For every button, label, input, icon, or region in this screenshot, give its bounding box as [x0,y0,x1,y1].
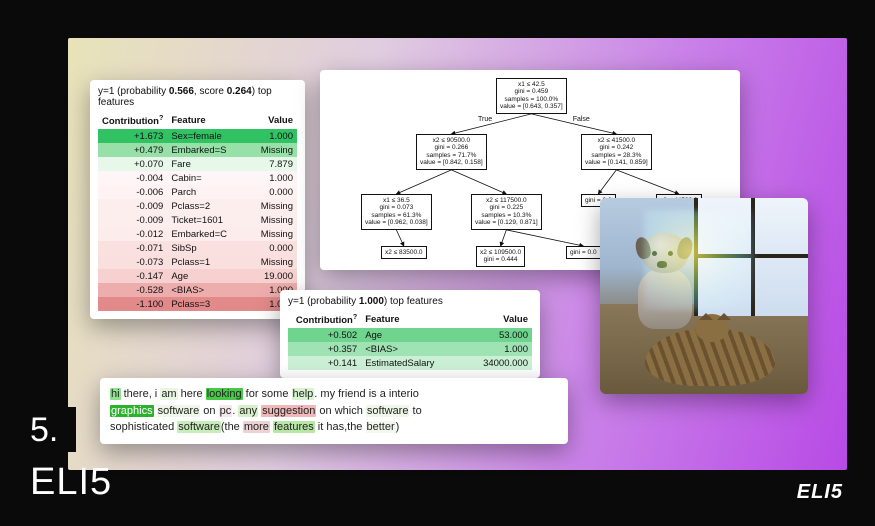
table-row: +0.479Embarked=SMissing [98,143,297,157]
tree-node: x2 ≤ 41500.0gini = 0.242samples = 28.3%v… [581,134,652,170]
table-row: +0.502Age53.000 [288,328,532,342]
card3-table: Contribution? Feature Value +0.502Age53.… [288,311,532,370]
edge-label-true: True [478,116,492,123]
text-token: (the [221,421,243,433]
table-row: -0.528<BIAS>1.000 [98,283,297,297]
text-token: graphics [110,405,154,417]
edge-label-false: False [573,116,590,123]
text-token: software [177,421,221,433]
gradcam-image-card [600,198,808,394]
text-token: better [366,421,396,433]
feature-table-small: y=1 (probability 1.000) top features Con… [280,290,540,378]
text-token: on [200,405,218,417]
table-row: +0.357<BIAS>1.000 [288,342,532,356]
text-token: help [292,388,315,400]
photo-scene [600,198,808,394]
tree-node: x2 ≤ 83500.0 [381,246,427,259]
slide-number: 5. [0,407,76,452]
text-token: . my friend is a interio [314,388,419,400]
table-row: -0.009Pclass=2Missing [98,199,297,213]
card3-header: y=1 (probability 1.000) top features [288,296,532,307]
text-token: it has,the [315,421,366,433]
tree-node: x1 ≤ 36.5gini = 0.073samples = 61.3%valu… [361,194,432,230]
table-row: -0.004Cabin=1.000 [98,171,297,185]
heatmap-overlay [644,210,754,310]
text-token: software [157,405,201,417]
text-token: ) [396,421,400,433]
text-token: pc [219,405,233,417]
table-row: +0.141EstimatedSalary34000.000 [288,356,532,370]
text-token: suggestion [261,405,316,417]
card1-header: y=1 (probability 0.566, score 0.264) top… [98,86,297,108]
text-token: there, i [121,388,161,400]
text-token: to [409,405,421,417]
tree-node: x2 ≤ 109500.0gini = 0.444 [476,246,525,267]
text-token: hi [110,388,121,400]
card1-table: Contribution? Feature Value +1.673Sex=fe… [98,112,297,311]
text-token: software [366,405,410,417]
text-token: more [243,421,270,433]
feature-table-titanic: y=1 (probability 0.566, score 0.264) top… [90,80,305,319]
text-token: on which [316,405,366,417]
text-token: sophisticated [110,421,177,433]
slide-title: ELI5 [30,461,112,504]
cat-figure [645,328,775,386]
table-row: -0.006Parch0.000 [98,185,297,199]
table-row: -0.071SibSp0.000 [98,241,297,255]
brand-label: ELI5 [797,481,843,504]
tree-node: x2 ≤ 90500.0gini = 0.266samples = 71.7%v… [416,134,487,170]
table-row: -1.100Pclass=31.000 [98,297,297,311]
table-row: -0.073Pclass=1Missing [98,255,297,269]
text-token: am [160,388,177,400]
table-row: +0.070Fare7.879 [98,157,297,171]
tree-node: x2 ≤ 117500.0gini = 0.225samples = 10.3%… [471,194,542,230]
text-token: looking [206,388,243,400]
text-token: features [273,421,315,433]
tree-node: gini = 0.0 [566,246,601,259]
table-row: -0.009Ticket=1601Missing [98,213,297,227]
text-token: for some [243,388,292,400]
text-token: here [178,388,206,400]
table-row: -0.147Age19.000 [98,269,297,283]
table-row: +1.673Sex=female1.000 [98,129,297,143]
table-row: -0.012Embarked=CMissing [98,227,297,241]
highlighted-text-card: hi there, i am here looking for some hel… [100,378,568,444]
tree-node: x1 ≤ 42.5gini = 0.459samples = 100.0%val… [496,78,567,114]
text-token: any [238,405,258,417]
